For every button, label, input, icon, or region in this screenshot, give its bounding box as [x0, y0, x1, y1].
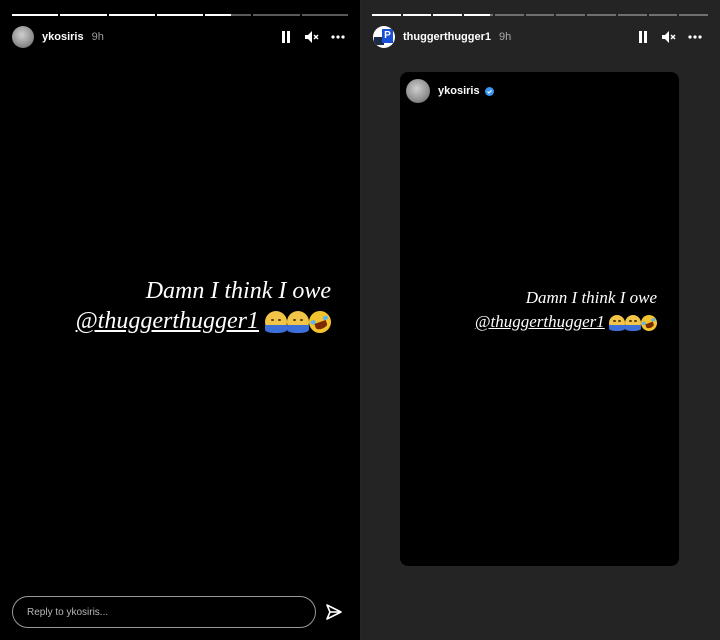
story-progress-bar	[12, 14, 348, 16]
more-icon[interactable]	[330, 29, 346, 45]
progress-segment	[525, 14, 555, 16]
story-timestamp: 9h	[91, 31, 104, 43]
story-username[interactable]: thuggerthugger1	[403, 31, 491, 43]
pause-icon[interactable]	[278, 29, 294, 45]
shared-post-username: ykosiris	[438, 85, 480, 97]
story-timestamp: 9h	[499, 31, 512, 43]
shushing-face-icon	[625, 315, 641, 332]
story-header: P thuggerthugger1 9h	[373, 26, 511, 48]
progress-segment	[494, 14, 524, 16]
caption-text: Damn I think I owe	[145, 278, 331, 304]
story-caption: Damn I think I owe @thuggerthugger1	[40, 276, 335, 337]
progress-segment	[556, 14, 586, 16]
shared-post-caption: Damn I think I owe @thuggerthugger1	[440, 286, 660, 334]
progress-segment	[648, 14, 678, 16]
rolling-on-floor-laughing-icon	[305, 308, 335, 337]
progress-segment	[253, 14, 300, 16]
progress-segment	[108, 14, 155, 16]
progress-segment	[60, 14, 107, 16]
more-icon[interactable]	[687, 29, 703, 45]
progress-segment	[433, 14, 463, 16]
shared-post-card[interactable]: ykosiris Damn I think I owe @thuggerthug…	[400, 72, 679, 566]
avatar[interactable]	[12, 26, 34, 48]
mention-link: @thuggerthugger1	[474, 312, 605, 331]
verified-badge-icon	[484, 86, 494, 96]
progress-segment	[679, 14, 709, 16]
rolling-on-floor-laughing-icon	[638, 312, 660, 334]
progress-segment	[372, 14, 401, 16]
send-icon[interactable]	[325, 603, 343, 621]
story-left[interactable]: ykosiris 9h Damn I think I owe @thuggert…	[0, 0, 360, 640]
shushing-face-icon	[287, 311, 309, 334]
story-progress-bar	[372, 14, 709, 16]
volume-mute-icon[interactable]	[304, 29, 320, 45]
story-header: ykosiris 9h	[12, 26, 104, 48]
avatar[interactable]: P	[373, 26, 395, 48]
progress-segment	[464, 14, 493, 16]
story-controls	[268, 29, 346, 45]
shushing-face-icon	[609, 315, 625, 332]
shared-post-header: ykosiris	[406, 79, 494, 103]
caption-text: Damn I think I owe	[525, 288, 657, 307]
reply-input[interactable]	[12, 596, 316, 628]
story-controls	[625, 29, 703, 45]
progress-segment	[205, 14, 252, 16]
mention-link[interactable]: @thuggerthugger1	[76, 308, 259, 334]
volume-mute-icon[interactable]	[661, 29, 677, 45]
progress-segment	[617, 14, 647, 16]
shushing-face-icon	[265, 311, 287, 334]
progress-segment	[587, 14, 616, 16]
story-username[interactable]: ykosiris	[42, 31, 84, 43]
progress-segment	[301, 14, 348, 16]
progress-segment	[156, 14, 204, 16]
avatar	[406, 79, 430, 103]
pause-icon[interactable]	[635, 29, 651, 45]
progress-segment	[402, 14, 432, 16]
progress-segment	[12, 14, 59, 16]
